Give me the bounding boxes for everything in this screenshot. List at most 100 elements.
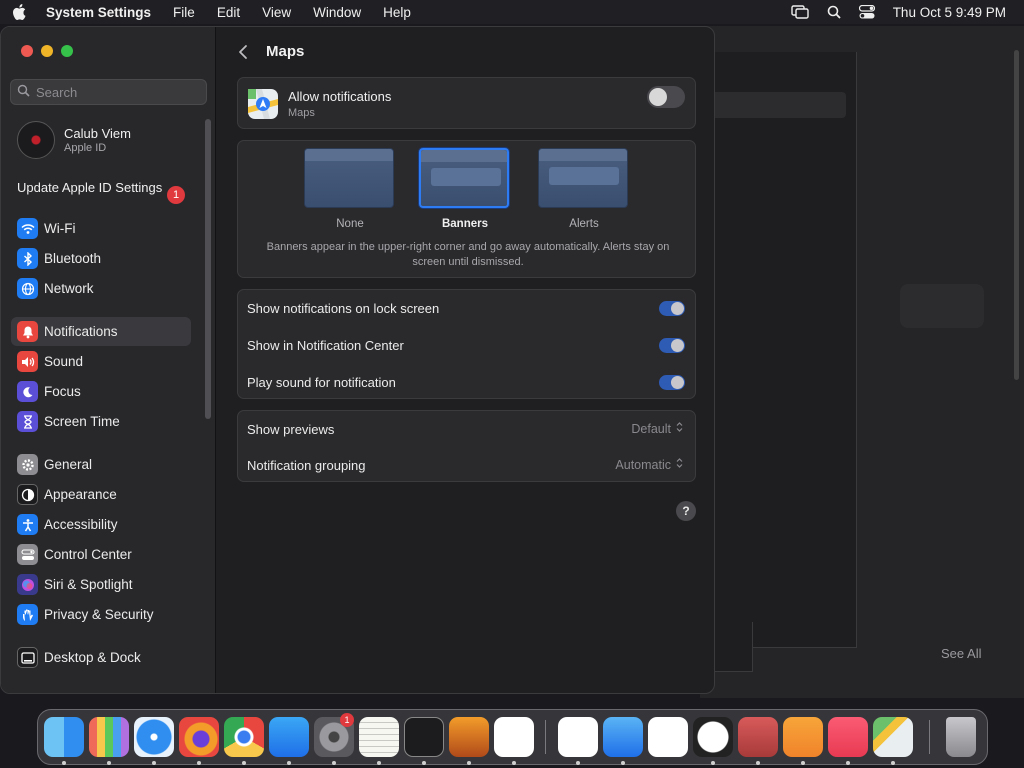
show-previews-label: Show previews [247,422,335,437]
vscode-icon[interactable] [494,717,534,757]
menu-clock[interactable]: Thu Oct 5 9:49 PM [893,5,1006,20]
menu-app-name[interactable]: System Settings [46,5,151,20]
settings-dock-badge: 1 [340,713,354,727]
see-all-link[interactable]: See All [941,646,981,661]
sidebar-item-siri-spotlight[interactable]: Siri & Spotlight [11,570,191,599]
sidebar-item-label: Desktop & Dock [44,650,141,665]
dock-icon [17,647,38,668]
background-window-field [700,92,846,118]
notification-grouping-popup[interactable]: Automatic [615,457,683,472]
running-indicator [846,761,850,765]
close-window-button[interactable] [21,45,33,57]
sidebar-item-focus[interactable]: Focus [11,377,191,406]
back-chevron-icon[interactable] [237,44,249,63]
finder-icon[interactable] [44,717,84,757]
allow-notifications-card: Allow notifications Maps [237,77,696,129]
apple-id-account[interactable]: Calub Viem Apple ID [17,121,131,159]
running-indicator [287,761,291,765]
sidebar-item-appearance[interactable]: Appearance [11,480,191,509]
alert-style-banners[interactable]: Banners [419,148,511,230]
menu-help[interactable]: Help [383,5,411,20]
avatar [17,121,55,159]
running-indicator [576,761,580,765]
sidebar-item-general[interactable]: General [11,450,191,479]
chrome-icon[interactable] [224,717,264,757]
sidebar-item-accessibility[interactable]: Accessibility [11,510,191,539]
help-button[interactable]: ? [676,501,696,521]
running-indicator [711,761,715,765]
sidebar-scrollbar[interactable] [205,119,211,419]
alert-style-alerts[interactable]: Alerts [538,148,630,230]
music-icon[interactable] [828,717,868,757]
icloud-icon[interactable] [603,717,643,757]
dictionary-icon[interactable] [738,717,778,757]
menu-file[interactable]: File [173,5,195,20]
window-controls [21,45,73,57]
books-icon[interactable] [783,717,823,757]
sidebar-item-network[interactable]: Network [11,274,191,303]
firefox-icon[interactable] [179,717,219,757]
sidebar-item-screen-time[interactable]: Screen Time [11,407,191,436]
freeform-icon[interactable] [648,717,688,757]
alert-style-none-label: None [336,218,364,230]
lock-screen-toggle[interactable] [659,301,685,316]
sidebar-item-wi-fi[interactable]: Wi-Fi [11,214,191,243]
sidebar-search[interactable] [10,79,207,105]
user-subtitle: Apple ID [64,142,107,154]
running-indicator [422,761,426,765]
apple-menu-icon[interactable] [12,4,26,20]
menu-edit[interactable]: Edit [217,5,240,20]
garageband-icon[interactable] [449,717,489,757]
screen-mirroring-icon[interactable] [790,5,809,19]
notification-grouping-row: Notification grouping Automatic [238,447,695,484]
running-indicator [107,761,111,765]
menu-view[interactable]: View [262,5,291,20]
menu-window[interactable]: Window [313,5,361,20]
search-input[interactable] [36,84,196,100]
sidebar-item-desktop-dock[interactable]: Desktop & Dock [11,643,191,672]
maps-icon[interactable] [873,717,913,757]
globe-icon [17,278,38,299]
sidebar-item-notifications[interactable]: Notifications [11,317,191,346]
notification-options-card: Show notifications on lock screen Show i… [237,289,696,399]
running-indicator [621,761,625,765]
launchpad-icon[interactable] [89,717,129,757]
sidebar-item-privacy-security[interactable]: Privacy & Security [11,600,191,629]
sidebar-item-bluetooth[interactable]: Bluetooth [11,244,191,273]
visual-studio-icon[interactable] [558,717,598,757]
bluetooth-icon [17,248,38,269]
notification-center-toggle[interactable] [659,338,685,353]
background-window-scrollbar[interactable] [1014,50,1019,380]
safari-icon[interactable] [134,717,174,757]
page-title: Maps [266,43,305,60]
background-window[interactable]: See All [700,26,1024,698]
running-indicator [197,761,201,765]
minimize-window-button[interactable] [41,45,53,57]
trash-icon[interactable] [946,717,976,757]
app-store-icon[interactable] [269,717,309,757]
textedit-icon[interactable] [359,717,399,757]
spotlight-search-icon[interactable] [827,5,841,19]
control-center-menu-icon[interactable] [858,5,875,19]
allow-notifications-toggle[interactable] [647,86,685,108]
updown-chevron-icon [676,457,683,472]
background-window-panel [700,52,857,648]
clock-icon[interactable] [693,717,733,757]
zoom-window-button[interactable] [61,45,73,57]
sidebar-item-label: General [44,457,93,472]
terminal-icon[interactable] [404,717,444,757]
show-previews-popup[interactable]: Default [631,421,683,436]
sidebar-item-sound[interactable]: Sound [11,347,191,376]
dock: 1 [37,709,988,765]
sidebar-item-label: Siri & Spotlight [44,577,133,592]
sidebar-item-control-center[interactable]: Control Center [11,540,191,569]
running-indicator [377,761,381,765]
alert-style-none[interactable]: None [304,148,396,230]
lock-screen-label: Show notifications on lock screen [247,301,440,316]
sidebar-item-label: Control Center [44,547,132,562]
menu-bar: System Settings File Edit View Window He… [0,0,1024,24]
allow-notifications-app: Maps [288,107,315,119]
notification-grouping-label: Notification grouping [247,458,366,473]
update-apple-id-item[interactable]: Update Apple ID Settings [17,180,187,196]
play-sound-toggle[interactable] [659,375,685,390]
